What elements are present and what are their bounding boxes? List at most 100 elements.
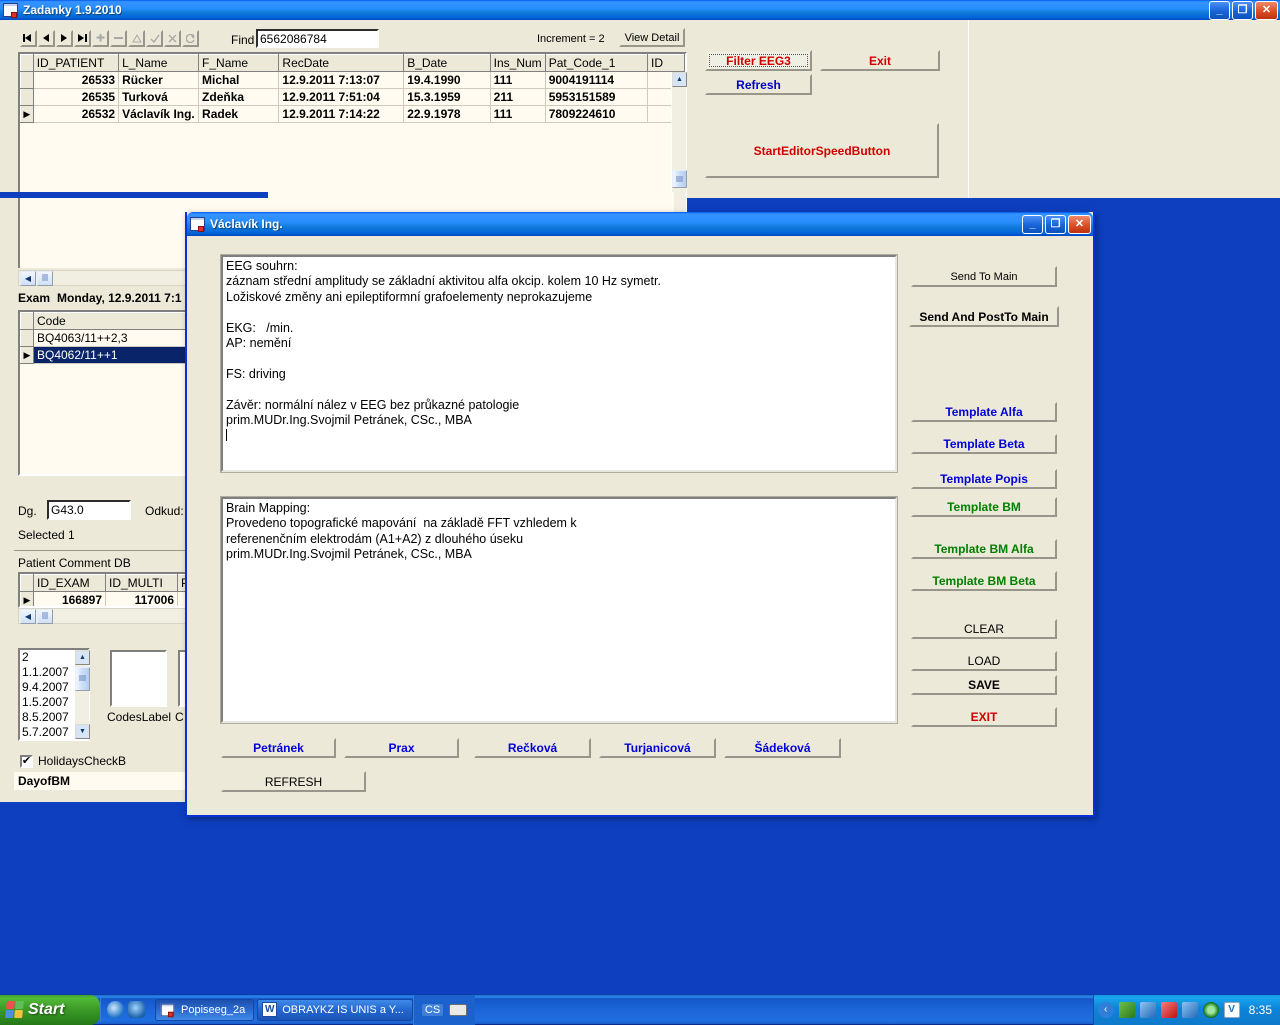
scroll-up-arrow-icon[interactable]: ▲ (75, 650, 90, 665)
send-and-post-to-main-button[interactable]: Send And PostTo Main (909, 306, 1059, 327)
scroll-up-arrow-icon[interactable]: ▲ (672, 72, 687, 87)
doctor-button-prax[interactable]: Prax (344, 738, 459, 758)
exit-button[interactable]: Exit (820, 50, 940, 71)
edit-record-button[interactable] (128, 30, 145, 47)
main-close-button[interactable]: ✕ (1255, 0, 1278, 20)
holidays-checkbox-box[interactable]: ✔ (20, 754, 33, 768)
patient-report-dialog: Václavík Ing. _ ❐ ✕ EEG souhrn: záznam s… (185, 212, 1095, 817)
doctor-button-reckova[interactable]: Rečková (474, 738, 591, 758)
doctor-button-petranek[interactable]: Petránek (221, 738, 336, 758)
col-f-name[interactable]: F_Name (198, 54, 280, 72)
main-window-titlebar[interactable]: Zadanky 1.9.2010 _ ❐ ✕ (0, 0, 1280, 20)
cell-l-name: Rücker (118, 71, 200, 89)
refresh-record-button[interactable] (182, 30, 199, 47)
date-listbox-scrollbar[interactable]: ▲ ▼ (74, 650, 90, 739)
language-indicator[interactable]: CS (421, 1003, 444, 1016)
table-row[interactable]: 26535 Turková Zdeňka 12.9.2011 7:51:04 1… (20, 88, 685, 106)
network-connection-2-icon[interactable] (1181, 1001, 1198, 1018)
col-id-multi[interactable]: ID_MULTI (105, 574, 178, 592)
language-bar[interactable]: CS (412, 994, 476, 1025)
col-rec-date[interactable]: RecDate (278, 54, 405, 72)
patient-grid[interactable]: ID_PATIENT L_Name F_Name RecDate B_Date … (18, 52, 687, 212)
scroll-left-arrow-icon[interactable]: ◀ (20, 270, 36, 286)
scrollbar-thumb[interactable] (75, 667, 90, 691)
template-bm-button[interactable]: Template BM (911, 497, 1057, 517)
insert-record-button[interactable] (92, 30, 109, 47)
taskbar-item-obraykz[interactable]: W OBRAYKZ IS UNIS a Y... (257, 998, 413, 1021)
send-to-main-button[interactable]: Send To Main (911, 266, 1057, 287)
main-restore-button[interactable]: ❐ (1232, 0, 1253, 20)
template-beta-button[interactable]: Template Beta (911, 434, 1057, 454)
doctor-reckova-label: Rečková (507, 741, 558, 755)
dialog-title: Václavík Ing. (210, 217, 283, 231)
dialog-minimize-button[interactable]: _ (1022, 214, 1043, 234)
table-row[interactable]: ▶ 26532 Václavík Ing. Radek 12.9.2011 7:… (20, 105, 685, 123)
network-connection-icon[interactable] (1139, 1001, 1156, 1018)
col-id[interactable]: ID (647, 54, 685, 72)
media-icon[interactable] (1202, 1001, 1219, 1018)
refresh-button[interactable]: Refresh (705, 74, 812, 95)
hscrollbar-thumb[interactable] (37, 270, 53, 286)
find-input[interactable]: 6562086784 (256, 29, 379, 48)
doctor-button-sadekova[interactable]: Šádeková (724, 738, 841, 758)
refresh-dialog-button[interactable]: REFRESH (221, 771, 366, 792)
col-id-patient[interactable]: ID_PATIENT (32, 54, 120, 72)
eeg-summary-textarea[interactable]: EEG souhrn: záznam střední amplitudy se … (220, 254, 898, 473)
cancel-edit-button[interactable] (164, 30, 181, 47)
find-label: Find (231, 33, 255, 47)
codes-listbox[interactable] (110, 650, 167, 707)
list-item[interactable]: 6.7.2007 (20, 740, 88, 741)
prior-record-button[interactable] (38, 30, 55, 47)
taskbar-item-popiseeg[interactable]: Popiseeg_2a (155, 998, 255, 1021)
show-hidden-icons-arrow[interactable]: ‹ (1097, 1001, 1114, 1018)
post-edit-button[interactable] (146, 30, 163, 47)
doctor-button-turjanicova[interactable]: Turjanicová (599, 738, 716, 758)
send-to-main-label: Send To Main (950, 270, 1018, 283)
acrobat-icon[interactable] (1160, 1001, 1177, 1018)
last-record-button[interactable] (74, 30, 91, 47)
scroll-left-arrow-icon[interactable]: ◀ (20, 608, 36, 624)
virus-scanner-icon[interactable]: V (1223, 1001, 1240, 1018)
template-bm-beta-button[interactable]: Template BM Beta (911, 571, 1057, 591)
dialog-restore-button[interactable]: ❐ (1045, 214, 1066, 234)
col-pat-code-1[interactable]: Pat_Code_1 (544, 54, 649, 72)
col-id-exam[interactable]: ID_EXAM (33, 574, 106, 592)
internet-explorer-icon[interactable] (107, 1001, 124, 1018)
view-detail-button[interactable]: View Detail (619, 28, 685, 47)
start-button[interactable]: Start (0, 994, 100, 1025)
cell-ins-num: 111 (490, 105, 546, 123)
first-record-button[interactable] (20, 30, 37, 47)
table-row[interactable]: 26533 Rücker Michal 12.9.2011 7:13:07 19… (20, 71, 685, 89)
dialog-close-button[interactable]: ✕ (1068, 214, 1091, 234)
dg-input[interactable]: G43.0 (47, 500, 131, 520)
brain-mapping-textarea[interactable]: Brain Mapping: Provedeno topografické ma… (220, 496, 898, 724)
delete-record-button[interactable] (110, 30, 127, 47)
next-record-button[interactable] (56, 30, 73, 47)
save-button[interactable]: SAVE (911, 675, 1057, 695)
load-button[interactable]: LOAD (911, 651, 1057, 671)
media-player-icon[interactable] (128, 1001, 145, 1018)
patient-grid-scrollbar[interactable]: ▲ (671, 72, 687, 212)
col-l-name[interactable]: L_Name (118, 54, 200, 72)
clear-button[interactable]: CLEAR (911, 619, 1057, 639)
scrollbar-thumb[interactable] (672, 170, 687, 188)
col-b-date[interactable]: B_Date (403, 54, 491, 72)
keyboard-icon[interactable] (449, 1003, 468, 1016)
template-bm-alfa-button[interactable]: Template BM Alfa (911, 539, 1057, 559)
main-minimize-button[interactable]: _ (1209, 0, 1230, 20)
clock[interactable]: 8:35 (1249, 1003, 1272, 1017)
network-shield-icon[interactable] (1118, 1001, 1135, 1018)
exit-dialog-button[interactable]: EXIT (911, 707, 1057, 727)
template-popis-button[interactable]: Template Popis (911, 469, 1057, 489)
book-app-icon (3, 3, 19, 18)
filter-eeg3-button[interactable]: Filter EEG3 (705, 50, 812, 71)
dialog-client: EEG souhrn: záznam střední amplitudy se … (187, 236, 1093, 813)
start-editor-speed-button[interactable]: StartEditorSpeedButton (705, 123, 939, 178)
scroll-down-arrow-icon[interactable]: ▼ (75, 724, 90, 739)
template-alfa-button[interactable]: Template Alfa (911, 402, 1057, 422)
dialog-titlebar[interactable]: Václavík Ing. _ ❐ ✕ (187, 212, 1093, 236)
col-ins-num[interactable]: Ins_Num (489, 54, 546, 72)
holidays-checkbox[interactable]: ✔ HolidaysCheckB (20, 754, 126, 768)
book-app-icon (160, 1003, 175, 1017)
hscrollbar-thumb[interactable] (37, 608, 53, 624)
